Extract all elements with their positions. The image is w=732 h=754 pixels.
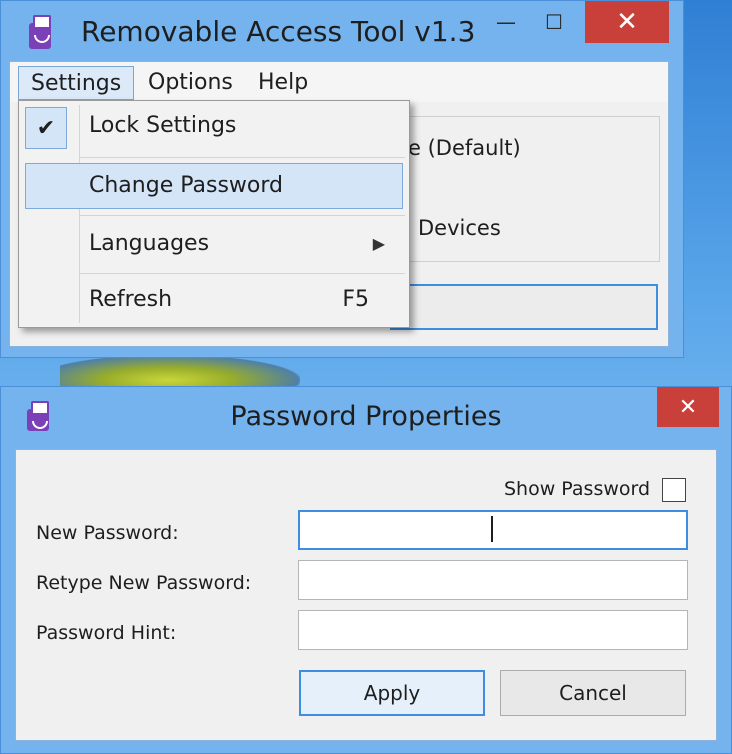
maximize-button[interactable]: ☐ (529, 1, 579, 43)
password-hint-label: Password Hint: (36, 622, 177, 644)
refresh-shortcut: F5 (342, 287, 369, 312)
usb-app-icon (29, 15, 51, 49)
devices-option-text: Devices (418, 216, 501, 240)
menu-separator (79, 273, 405, 274)
menu-item-lock-settings[interactable]: ✔ Lock Settings (19, 101, 409, 155)
text-caret (491, 516, 493, 542)
menu-separator (79, 157, 405, 158)
minimize-button[interactable]: — (481, 1, 531, 43)
apply-button[interactable]: Apply (299, 670, 485, 716)
lock-settings-label: Lock Settings (89, 113, 237, 138)
menu-options[interactable]: Options (136, 66, 245, 100)
show-password-checkbox[interactable] (662, 478, 686, 502)
password-form: Show Password New Password: Retype New P… (15, 449, 717, 741)
new-password-field[interactable] (298, 510, 688, 550)
refresh-label: Refresh (89, 287, 173, 312)
password-dialog: Password Properties ✕ Show Password New … (0, 386, 732, 754)
menubar: Settings Options Help (10, 62, 668, 102)
retype-password-label: Retype New Password: (36, 572, 252, 594)
retype-password-field[interactable] (298, 560, 688, 600)
password-dialog-close-button[interactable]: ✕ (657, 387, 719, 427)
menu-settings[interactable]: Settings (18, 66, 135, 100)
submenu-arrow-icon: ▶ (372, 234, 385, 253)
languages-label: Languages (89, 231, 210, 256)
main-action-button[interactable]: s (390, 284, 658, 330)
default-option-text: e (Default) (408, 136, 521, 160)
main-titlebar[interactable]: Removable Access Tool v1.3 — ☐ ✕ (1, 1, 683, 61)
new-password-label: New Password: (36, 522, 179, 544)
password-hint-field[interactable] (298, 610, 688, 650)
checkmark-icon: ✔ (25, 107, 67, 149)
settings-dropdown: ✔ Lock Settings Change Password Language… (18, 100, 410, 328)
menu-separator (79, 215, 405, 216)
show-password-label: Show Password (504, 478, 651, 500)
menu-item-refresh[interactable]: Refresh F5 (19, 275, 409, 329)
menu-item-languages[interactable]: Languages ▶ (19, 219, 409, 273)
main-window-title: Removable Access Tool v1.3 (81, 15, 476, 48)
main-close-button[interactable]: ✕ (585, 1, 669, 43)
menu-item-change-password[interactable]: Change Password (25, 163, 403, 209)
change-password-label: Change Password (89, 173, 283, 198)
menu-help[interactable]: Help (246, 66, 320, 100)
cancel-button[interactable]: Cancel (500, 670, 686, 716)
password-dialog-title: Password Properties (230, 401, 502, 432)
